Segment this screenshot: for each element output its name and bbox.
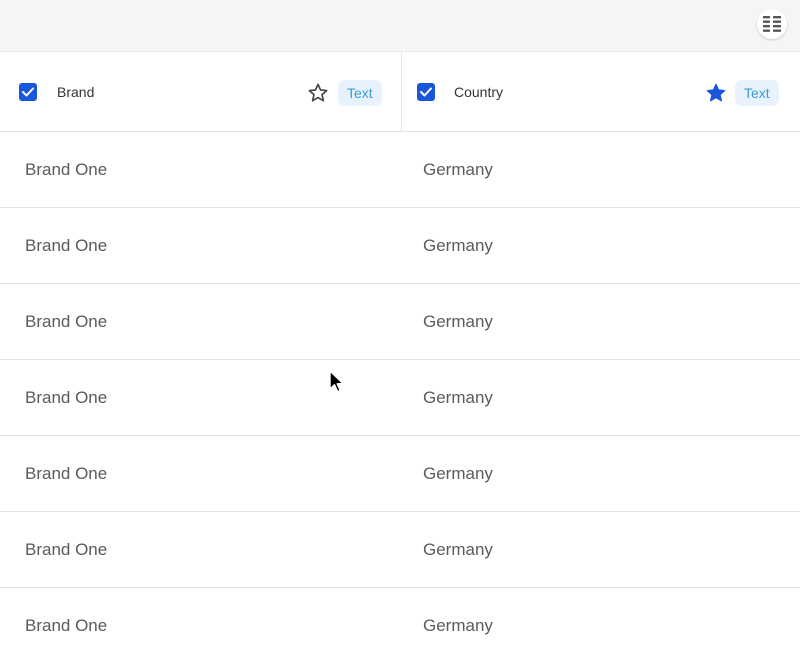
- mouse-pointer-icon: [329, 370, 344, 393]
- country-cell[interactable]: Germany: [423, 512, 493, 587]
- table-row[interactable]: Brand One Germany: [0, 284, 800, 360]
- column-label: Country: [454, 84, 504, 100]
- country-cell[interactable]: Germany: [423, 436, 493, 511]
- brand-cell[interactable]: Brand One: [25, 436, 107, 511]
- checkmark-icon: [22, 87, 34, 97]
- data-grid-page: Brand Text Country Text Brand One German…: [0, 0, 800, 661]
- table-row[interactable]: Brand One Germany: [0, 132, 800, 208]
- brand-column-checkbox[interactable]: [19, 83, 37, 101]
- table-header: Brand Text Country Text: [0, 52, 800, 132]
- brand-cell[interactable]: Brand One: [25, 132, 107, 207]
- table-row[interactable]: Brand One Germany: [0, 208, 800, 284]
- brand-cell[interactable]: Brand One: [25, 360, 107, 435]
- top-toolbar: [0, 0, 800, 52]
- brand-cell[interactable]: Brand One: [25, 208, 107, 283]
- country-cell[interactable]: Germany: [423, 284, 493, 359]
- column-header-country: Country Text: [402, 52, 800, 131]
- brand-cell[interactable]: Brand One: [25, 512, 107, 587]
- brand-cell[interactable]: Brand One: [25, 284, 107, 359]
- table-row[interactable]: Brand One Germany: [0, 588, 800, 661]
- column-menu-button[interactable]: [757, 9, 787, 39]
- column-header-brand: Brand Text: [0, 52, 402, 131]
- column-list-icon: [763, 16, 781, 32]
- table-body: Brand One Germany Brand One Germany Bran…: [0, 132, 800, 661]
- country-cell[interactable]: Germany: [423, 588, 493, 661]
- table-row[interactable]: Brand One Germany: [0, 512, 800, 588]
- country-cell[interactable]: Germany: [423, 208, 493, 283]
- star-outline-icon[interactable]: [307, 82, 329, 104]
- column-type-badge[interactable]: Text: [735, 80, 779, 106]
- brand-cell[interactable]: Brand One: [25, 588, 107, 661]
- country-column-checkbox[interactable]: [417, 83, 435, 101]
- column-type-badge[interactable]: Text: [338, 80, 382, 106]
- column-label: Brand: [57, 84, 95, 100]
- star-filled-icon[interactable]: [705, 82, 727, 104]
- country-cell[interactable]: Germany: [423, 132, 493, 207]
- country-cell[interactable]: Germany: [423, 360, 493, 435]
- checkmark-icon: [420, 87, 432, 97]
- table-row[interactable]: Brand One Germany: [0, 436, 800, 512]
- table-row[interactable]: Brand One Germany: [0, 360, 800, 436]
